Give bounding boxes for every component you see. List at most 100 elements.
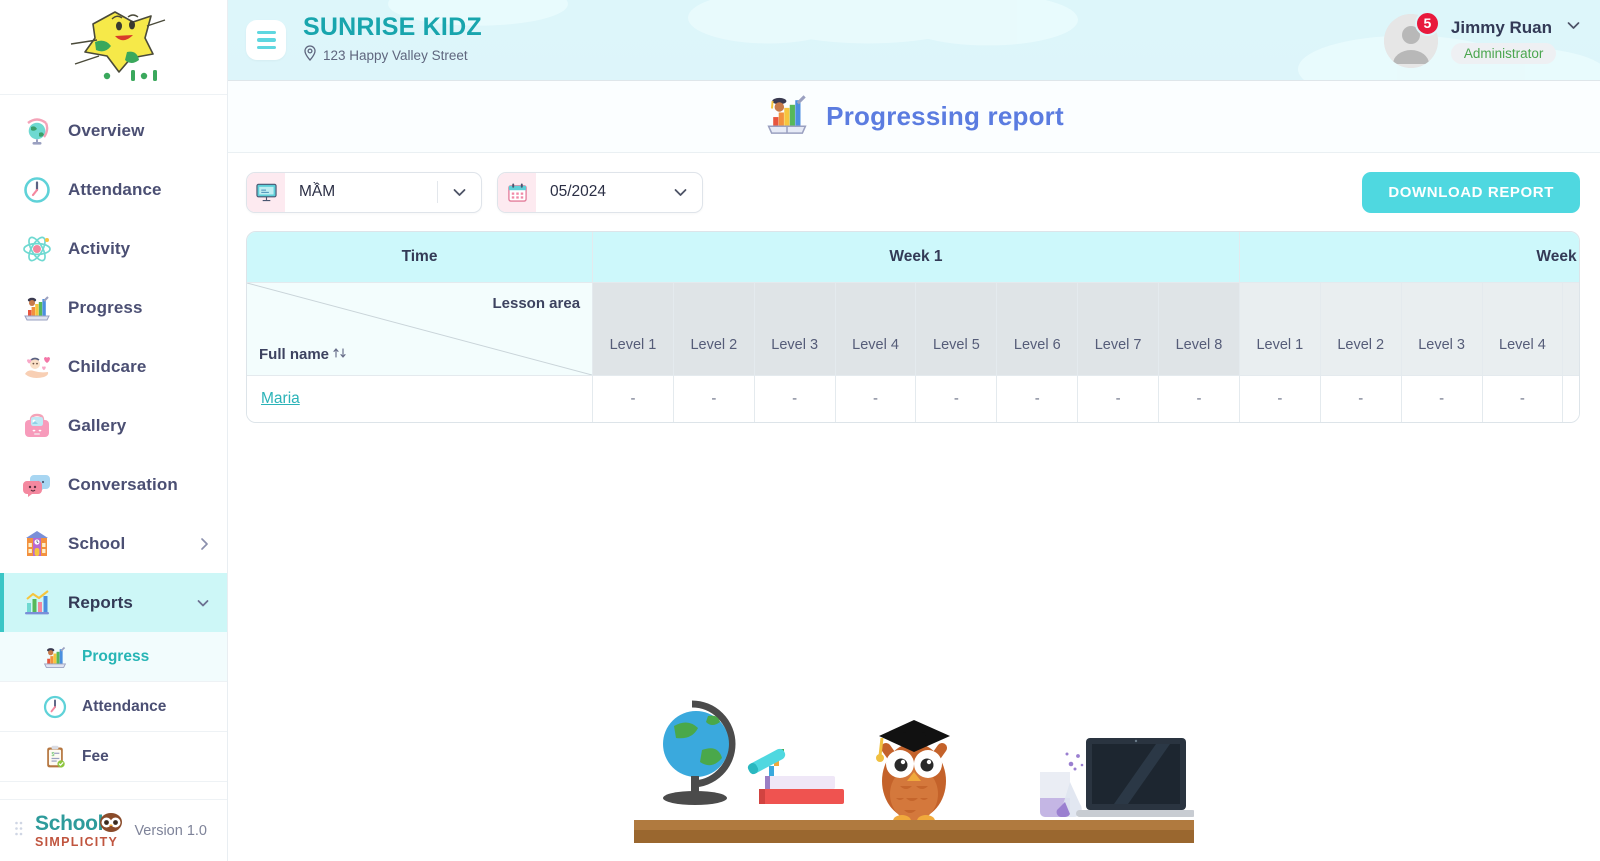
sidebar-subitem-attendance[interactable]: Attendance [0, 682, 227, 732]
childcare-icon [22, 352, 52, 382]
time-header: Time [247, 232, 594, 283]
week-group-header: Week 1 [592, 232, 1240, 283]
week-group-header: Week 2 [1239, 232, 1579, 283]
sidebar-item-overview[interactable]: Overview [0, 101, 227, 160]
level-header: Level 2 [673, 282, 755, 376]
map-pin-icon [303, 45, 317, 66]
sidebar-subitem-label: Attendance [82, 697, 167, 715]
table-header-levels: Lesson area Full name Level 1 Level 2 Le… [247, 282, 1579, 376]
sidebar-subitem-fee[interactable]: $ Fee [0, 732, 227, 782]
svg-text:$: $ [52, 752, 55, 758]
chevron-down-icon[interactable] [438, 184, 481, 201]
page-title-row: Progressing report [228, 81, 1600, 153]
table-header-weeks: Time Week 1 Week 2 [247, 232, 1579, 283]
sidebar-item-label: Gallery [68, 415, 127, 435]
student-name-link[interactable]: Maria [261, 390, 300, 407]
sidebar-item-label: Reports [68, 592, 133, 612]
class-select[interactable]: MẦM [246, 171, 482, 213]
level-header: Level 7 [1077, 282, 1160, 376]
sidebar-footer: School SIMPLICITY Version 1.0 [0, 799, 227, 861]
globe-icon [22, 116, 52, 146]
full-name-sort-header[interactable]: Full name [259, 346, 348, 363]
school-simplicity-logo[interactable]: School SIMPLICITY [35, 811, 126, 849]
table-row[interactable]: Maria - - - - - - - - - - - - - [247, 375, 1579, 422]
atom-icon [22, 234, 52, 264]
school-name: SUNRISE KIDZ [303, 13, 482, 41]
brand-text: School [35, 811, 104, 835]
sidebar-item-label: School [68, 533, 126, 553]
sidebar-item-childcare[interactable]: Childcare [0, 337, 227, 396]
sidebar-item-attendance[interactable]: Attendance [0, 160, 227, 219]
sidebar-item-label: Activity [68, 238, 131, 258]
app-logo[interactable] [0, 0, 227, 95]
level-cell[interactable]: - [915, 375, 998, 422]
level-cell[interactable]: - [1077, 375, 1160, 422]
progress-icon [22, 293, 52, 323]
school-identity: SUNRISE KIDZ 123 Happy Valley Street [303, 14, 482, 66]
school-address: 123 Happy Valley Street [323, 48, 468, 63]
chevron-down-icon [195, 595, 211, 611]
level-header: Level 1 [1239, 282, 1321, 376]
chevron-down-icon[interactable] [1565, 17, 1582, 39]
notification-badge[interactable]: 5 [1414, 10, 1440, 36]
sidebar-item-label: Progress [68, 297, 143, 317]
level-cell[interactable]: - [592, 375, 674, 422]
progress-icon [42, 644, 68, 670]
sidebar-item-school[interactable]: School [0, 514, 227, 573]
class-select-value: MẦM [299, 183, 336, 200]
sidebar: Overview Attendance Activity Progress Ch… [0, 0, 228, 861]
sidebar-item-activity[interactable]: Activity [0, 219, 227, 278]
download-report-button[interactable]: DOWNLOAD REPORT [1362, 171, 1580, 213]
top-header: SUNRISE KIDZ 123 Happy Valley Street 5 J… [228, 0, 1600, 81]
sidebar-item-label: Attendance [68, 179, 162, 199]
progress-report-icon [764, 91, 810, 142]
level-cell[interactable]: - [1401, 375, 1483, 422]
school-icon [22, 529, 52, 559]
progress-table: Time Week 1 Week 2 Lesson area Full name [247, 232, 1579, 422]
clock-icon [22, 175, 52, 205]
user-name: Jimmy Ruan [1450, 18, 1552, 37]
chevron-down-icon[interactable] [659, 184, 702, 201]
level-header: Level 3 [1401, 282, 1483, 376]
sidebar-item-label: Conversation [68, 474, 178, 494]
filter-toolbar: MẦM 05/2024 DOWNLOAD REPORT [228, 153, 1600, 231]
month-select-value: 05/2024 [550, 183, 607, 200]
level-cell[interactable]: - [996, 375, 1079, 422]
level-cell[interactable]: - [673, 375, 755, 422]
sidebar-item-gallery[interactable]: Gallery [0, 396, 227, 455]
level-header: Level 2 [1320, 282, 1402, 376]
level-cell[interactable]: - [1320, 375, 1402, 422]
progress-table-container[interactable]: Time Week 1 Week 2 Lesson area Full name [246, 231, 1580, 423]
level-cell[interactable]: - [1482, 375, 1564, 422]
user-role-badge: Administrator [1450, 43, 1557, 64]
sidebar-item-conversation[interactable]: Conversation [0, 455, 227, 514]
student-name-cell: Maria [247, 375, 594, 422]
level-header: Level 1 [592, 282, 674, 376]
version-label: Version 1.0 [134, 822, 207, 839]
level-cell[interactable]: - [754, 375, 836, 422]
sidebar-item-reports[interactable]: Reports [0, 573, 227, 632]
sidebar-subitem-progress[interactable]: Progress [0, 632, 227, 682]
sidebar-item-progress[interactable]: Progress [0, 278, 227, 337]
page-title: Progressing report [826, 101, 1064, 131]
level-header: Level 4 [1482, 282, 1564, 376]
sidebar-item-label: Overview [68, 120, 145, 140]
level-cell[interactable]: - [1158, 375, 1240, 422]
calendar-icon [498, 172, 536, 212]
sort-arrows-icon[interactable] [332, 346, 348, 363]
clock-icon [42, 694, 68, 720]
brand-subtext: SIMPLICITY [35, 834, 119, 849]
full-name-label: Full name [259, 345, 330, 363]
level-cell[interactable]: - [1239, 375, 1321, 422]
level-header: Level 5 [915, 282, 998, 376]
month-select[interactable]: 05/2024 [497, 171, 703, 213]
sidebar-subitem-partial[interactable] [0, 782, 227, 799]
level-header: Level 6 [996, 282, 1079, 376]
level-cell[interactable]: - [835, 375, 917, 422]
level-cell[interactable]: - [1562, 375, 1579, 422]
clipboard-icon: $ [42, 744, 68, 770]
lesson-area-fullname-cell: Lesson area Full name [247, 282, 594, 376]
lesson-area-label: Lesson area [492, 294, 581, 312]
user-menu[interactable]: 5 Jimmy Ruan Administrator [1383, 0, 1582, 80]
drag-handle-icon[interactable] [14, 820, 27, 842]
